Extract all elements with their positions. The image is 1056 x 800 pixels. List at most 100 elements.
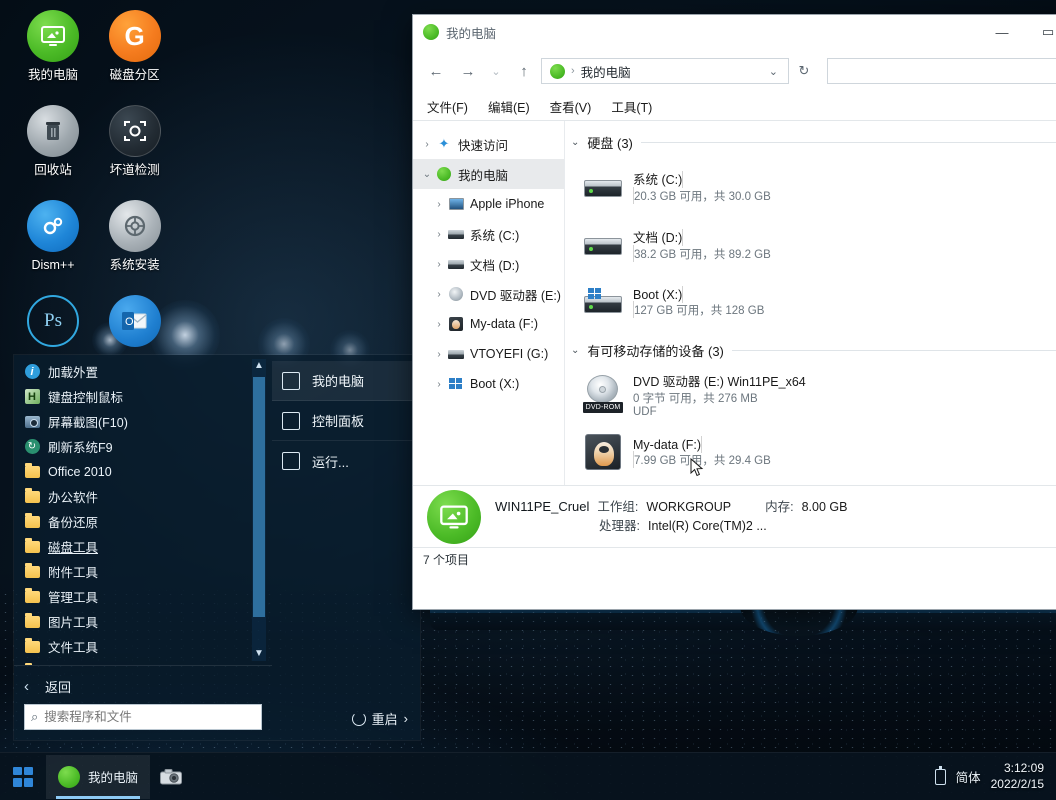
- start-menu-right-item-my-computer[interactable]: 我的电脑: [272, 361, 420, 401]
- chevron-right-icon[interactable]: ›: [431, 229, 447, 240]
- menu-file[interactable]: 文件(F): [427, 97, 468, 116]
- usb-icon[interactable]: [934, 765, 946, 785]
- start-menu-item-backup-restore[interactable]: 备份还原: [14, 509, 272, 534]
- navigation-tree[interactable]: › ✦ 快速访问 ⌄ 我的电脑 › Apple iPhone › 系统 (C:)…: [413, 121, 565, 485]
- start-menu-item-file-tools[interactable]: 文件工具: [14, 634, 272, 659]
- drive-tile-system-c[interactable]: 系统 (C:) 20.3 GB 可用，共 30.0 GB: [577, 157, 827, 215]
- drive-tile-boot-x[interactable]: Boot (X:) 127 GB 可用，共 128 GB: [577, 273, 827, 331]
- tree-item-apple-iphone[interactable]: › Apple iPhone: [413, 189, 564, 219]
- address-bar[interactable]: › 我的电脑 ⌄: [541, 58, 789, 84]
- desktop-icon-my-computer[interactable]: 我的电脑: [14, 10, 92, 83]
- menu-view[interactable]: 查看(V): [550, 97, 592, 116]
- start-menu-search-box[interactable]: ⌕: [24, 704, 262, 730]
- start-menu-app-list[interactable]: i 加载外置 H 键盘控制鼠标 屏幕截图(F10) ↻ 刷新系统F9 Offic…: [14, 355, 272, 665]
- chevron-right-icon[interactable]: ›: [431, 319, 447, 330]
- explorer-content-pane[interactable]: ⌄ 硬盘 (3) 系统 (C:) 20.3 GB 可用，共 30.0 GB 文档…: [565, 121, 1056, 485]
- drive-tile-documents-d[interactable]: 文档 (D:) 38.2 GB 可用，共 89.2 GB: [577, 215, 827, 273]
- tree-item-my-data-f[interactable]: › My-data (F:): [413, 309, 564, 339]
- drive-name: DVD 驱动器 (E:) Win11PE_x64: [633, 374, 806, 389]
- start-menu-item-system-maintenance[interactable]: 系统维护: [14, 659, 272, 665]
- refresh-icon[interactable]: ↻: [791, 58, 817, 84]
- recent-locations-button[interactable]: ⌄: [485, 56, 507, 86]
- start-menu-item-accessory-tools[interactable]: 附件工具: [14, 559, 272, 584]
- tree-item-system-c[interactable]: › 系统 (C:): [413, 219, 564, 249]
- chevron-right-icon[interactable]: ›: [431, 379, 447, 390]
- chevron-down-icon[interactable]: ⌄: [419, 169, 435, 180]
- chevron-down-icon[interactable]: ⌄: [571, 345, 579, 356]
- boot-icon: [447, 378, 465, 390]
- scroll-up-arrow-icon[interactable]: ▲: [252, 359, 266, 373]
- start-menu-item-office-2010[interactable]: Office 2010: [14, 459, 272, 484]
- start-menu-item-load-external[interactable]: i 加载外置: [14, 359, 272, 384]
- desktop-icon-recycle-bin[interactable]: 回收站: [14, 105, 92, 178]
- menu-tools[interactable]: 工具(T): [611, 97, 652, 116]
- desktop-icon-outlook[interactable]: O: [96, 295, 174, 353]
- start-button[interactable]: [0, 753, 46, 800]
- chevron-right-icon[interactable]: ›: [431, 349, 447, 360]
- search-input[interactable]: [44, 710, 255, 724]
- chevron-right-icon[interactable]: ›: [431, 199, 447, 210]
- folder-icon: [24, 637, 40, 655]
- start-menu-item-image-tools[interactable]: 图片工具: [14, 609, 272, 634]
- ime-indicator[interactable]: 简体: [956, 767, 981, 786]
- clock[interactable]: 3:12:09 2022/2/15: [991, 761, 1044, 792]
- explorer-search-box[interactable]: [827, 58, 1056, 84]
- chevron-right-icon[interactable]: ›: [431, 259, 447, 270]
- tree-item-documents-d[interactable]: › 文档 (D:): [413, 249, 564, 279]
- start-menu[interactable]: i 加载外置 H 键盘控制鼠标 屏幕截图(F10) ↻ 刷新系统F9 Offic…: [14, 355, 420, 740]
- chevron-down-icon[interactable]: ⌄: [763, 65, 784, 78]
- start-menu-item-disk-tools[interactable]: 磁盘工具: [14, 534, 272, 559]
- desktop-icon-label: 我的电脑: [27, 68, 78, 82]
- breadcrumb-separator: ›: [571, 65, 575, 77]
- desktop-icon-system-install[interactable]: 系统安装: [96, 200, 174, 273]
- start-menu-back-button[interactable]: ‹ 返回: [24, 672, 262, 700]
- group-header-removable-storage[interactable]: ⌄ 有可移动存储的设备 (3): [565, 339, 1056, 361]
- explorer-window[interactable]: 我的电脑 — ▭ ← → ⌄ ↑ › 我的电脑 ⌄ ↻ 文件(F) 编辑(E): [412, 14, 1056, 610]
- drive-capacity-text: 20.3 GB 可用，共 30.0 GB: [634, 190, 771, 203]
- group-header-hard-disks[interactable]: ⌄ 硬盘 (3): [565, 131, 1056, 153]
- start-menu-scrollbar[interactable]: ▲ ▼: [252, 359, 266, 661]
- minimize-button[interactable]: —: [979, 15, 1025, 49]
- scrollbar-thumb[interactable]: [253, 377, 265, 617]
- drive-tile-vtoyefi-g[interactable]: VTOYEFI (G:) 9.22 MB 可用，共 31.7 MB: [577, 481, 827, 485]
- start-menu-item-office-software[interactable]: 办公软件: [14, 484, 272, 509]
- desktop[interactable]: 我的电脑 G 磁盘分区 回收站 坏道检测 Dism++ 系统安装 Ps O i …: [0, 0, 1056, 800]
- start-menu-right-item-run[interactable]: 运行...: [272, 441, 420, 481]
- tree-item-my-computer[interactable]: ⌄ 我的电脑: [413, 159, 564, 189]
- breadcrumb-current[interactable]: 我的电脑: [581, 62, 631, 81]
- drive-name: Boot (X:): [633, 287, 683, 302]
- start-menu-item-refresh-system[interactable]: ↻ 刷新系统F9: [14, 434, 272, 459]
- chevron-right-icon[interactable]: ›: [404, 711, 408, 726]
- chevron-right-icon[interactable]: ›: [431, 289, 447, 300]
- forward-button[interactable]: →: [453, 56, 483, 86]
- tree-item-vtoyefi-g[interactable]: › VTOYEFI (G:): [413, 339, 564, 369]
- back-button[interactable]: ←: [421, 56, 451, 86]
- desktop-icon-photoshop[interactable]: Ps: [14, 295, 92, 353]
- start-menu-item-screenshot[interactable]: 屏幕截图(F10): [14, 409, 272, 434]
- desktop-icon-label: 磁盘分区: [109, 68, 160, 82]
- taskbar-camera-icon[interactable]: [150, 755, 192, 799]
- start-menu-item-keyboard-mouse[interactable]: H 键盘控制鼠标: [14, 384, 272, 409]
- taskbar-task-my-computer[interactable]: 我的电脑: [46, 754, 151, 799]
- menu-edit[interactable]: 编辑(E): [488, 97, 530, 116]
- workgroup-value: WORKGROUP: [646, 499, 732, 514]
- drive-tile-my-data-f[interactable]: My-data (F:) 7.99 GB 可用，共 29.4 GB: [577, 423, 827, 481]
- tree-item-quick-access[interactable]: › ✦ 快速访问: [413, 129, 564, 159]
- chevron-right-icon[interactable]: ›: [419, 139, 435, 150]
- desktop-icon-bad-sector-scan[interactable]: 坏道检测: [96, 105, 174, 178]
- tree-item-boot-x[interactable]: › Boot (X:): [413, 369, 564, 399]
- up-button[interactable]: ↑: [509, 56, 539, 86]
- taskbar[interactable]: 我的电脑 简体 3:12:09 2022/2/15: [0, 752, 1056, 800]
- maximize-button[interactable]: ▭: [1025, 15, 1056, 49]
- start-menu-right-item-control-panel[interactable]: 控制面板: [272, 401, 420, 441]
- desktop-icon-disk-partition[interactable]: G 磁盘分区: [96, 10, 174, 83]
- restart-button[interactable]: 重启 ›: [351, 709, 408, 728]
- chevron-down-icon[interactable]: ⌄: [571, 137, 579, 148]
- drive-tile-dvd-e[interactable]: DVD-ROM DVD 驱动器 (E:) Win11PE_x64 0 字节 可用…: [577, 365, 827, 423]
- start-menu-item-admin-tools[interactable]: 管理工具: [14, 584, 272, 609]
- explorer-title-bar[interactable]: 我的电脑 — ▭: [413, 15, 1056, 49]
- desktop-icon-dism[interactable]: Dism++: [14, 200, 92, 273]
- tree-item-dvd-drive-e[interactable]: › DVD 驱动器 (E:) W: [413, 279, 564, 309]
- scroll-down-arrow-icon[interactable]: ▼: [252, 647, 266, 661]
- start-menu-item-label: 图片工具: [48, 616, 99, 630]
